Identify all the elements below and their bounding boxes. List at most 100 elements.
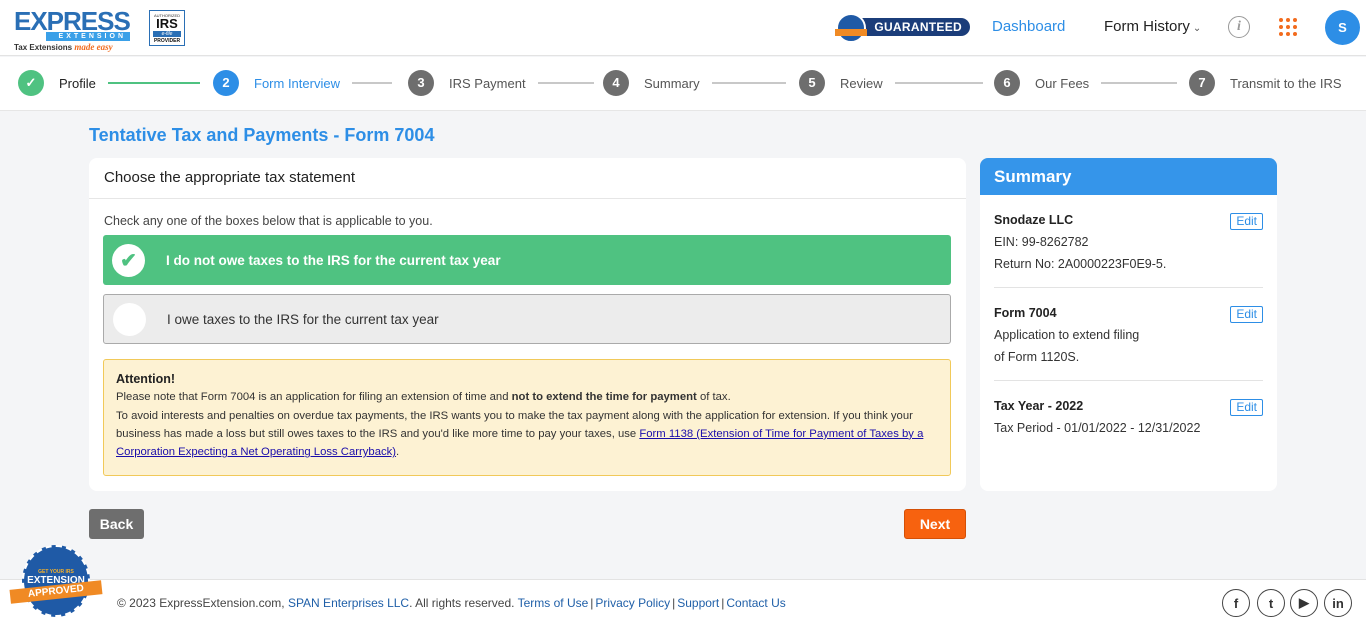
logo-tagline: Tax Extensions made easy — [14, 42, 113, 52]
guaranteed-badge: GUARANTEED — [835, 13, 970, 43]
summary-business-section: Snodaze LLC EIN: 99-8262782 Return No: 2… — [994, 195, 1263, 288]
apps-grid-icon[interactable] — [1279, 18, 1297, 36]
footer-copyright: © 2023 ExpressExtension.com, SPAN Enterp… — [117, 596, 786, 610]
step-profile[interactable]: ✓ Profile — [18, 70, 200, 96]
privacy-policy-link[interactable]: Privacy Policy — [595, 596, 670, 610]
approved-seal-icon — [835, 13, 867, 43]
card-title: Choose the appropriate tax statement — [89, 158, 966, 199]
divider: | — [590, 596, 594, 610]
step-label: Review — [840, 75, 883, 91]
step-transmit[interactable]: 7 Transmit to the IRS — [1189, 70, 1342, 96]
linkedin-icon[interactable]: in — [1324, 589, 1352, 617]
badge-seal: GET YOUR IRS EXTENSION — [22, 545, 90, 617]
step-review[interactable]: 5 Review — [799, 70, 983, 96]
step-label: Transmit to the IRS — [1230, 75, 1342, 91]
summary-form-section: Form 7004 Application to extend filing o… — [994, 288, 1263, 381]
info-icon[interactable]: i — [1228, 16, 1250, 38]
terms-of-use-link[interactable]: Terms of Use — [518, 596, 589, 610]
return-number: Return No: 2A0000223F0E9-5. — [994, 257, 1167, 271]
logo-tagline-text: Tax Extensions — [14, 43, 73, 52]
step-number: 2 — [213, 70, 239, 96]
edit-tax-year-button[interactable]: Edit — [1230, 399, 1263, 416]
business-name: Snodaze LLC — [994, 213, 1074, 227]
edit-business-button[interactable]: Edit — [1230, 213, 1263, 230]
step-label: Summary — [644, 75, 700, 91]
edit-form-button[interactable]: Edit — [1230, 306, 1263, 323]
step-number: 6 — [994, 70, 1020, 96]
step-number: 3 — [408, 70, 434, 96]
option-label: I do not owe taxes to the IRS for the cu… — [166, 252, 501, 268]
instruction-text: Check any one of the boxes below that is… — [104, 214, 433, 228]
step-connector — [107, 82, 200, 84]
attention-text: of tax. — [696, 391, 731, 404]
attention-notice: Attention! Please note that Form 7004 is… — [103, 359, 951, 476]
copyright-text: © 2023 ExpressExtension.com, — [117, 596, 288, 610]
step-connector — [351, 82, 392, 84]
guaranteed-label: GUARANTEED — [854, 18, 970, 36]
step-form-interview[interactable]: 2 Form Interview — [213, 70, 392, 96]
ein: EIN: 99-8262782 — [994, 235, 1089, 249]
facebook-icon[interactable]: f — [1222, 589, 1250, 617]
tax-statement-card: Choose the appropriate tax statement Che… — [89, 158, 966, 491]
attention-title: Attention! — [116, 372, 176, 386]
step-number: 5 — [799, 70, 825, 96]
logo-band: EXTENSION — [46, 32, 130, 41]
tax-period: Tax Period - 01/01/2022 - 12/31/2022 — [994, 421, 1201, 435]
option-tax-owed[interactable]: I owe taxes to the IRS for the current t… — [103, 294, 951, 344]
step-connector — [1101, 82, 1178, 84]
twitter-icon[interactable]: t — [1257, 589, 1285, 617]
irs-badge-line3: e-file — [153, 31, 181, 37]
irs-badge-line2: IRS — [156, 16, 178, 31]
divider: | — [721, 596, 725, 610]
attention-line1: Please note that Form 7004 is an applica… — [116, 388, 938, 406]
irs-efile-provider-badge: AUTHORIZED IRS e-file PROVIDER — [149, 10, 185, 46]
extension-approved-badge: GET YOUR IRS EXTENSION APPROVED — [9, 545, 103, 620]
support-link[interactable]: Support — [677, 596, 719, 610]
radio-empty-icon — [113, 302, 146, 336]
step-check-icon: ✓ — [18, 70, 44, 96]
nav-form-history-dropdown[interactable]: Form History ⌄ — [1104, 18, 1201, 35]
summary-panel: Summary Snodaze LLC EIN: 99-8262782 Retu… — [980, 158, 1277, 491]
form-description: of Form 1120S. — [994, 350, 1080, 364]
form-name: Form 7004 — [994, 306, 1057, 320]
back-button[interactable]: Back — [89, 509, 144, 539]
step-label: Our Fees — [1035, 75, 1090, 91]
step-connector — [711, 82, 786, 84]
step-connector — [537, 82, 594, 84]
attention-text: Please note that Form 7004 is an applica… — [116, 391, 512, 404]
span-enterprises-link[interactable]: SPAN Enterprises LLC — [288, 596, 409, 610]
step-number: 7 — [1189, 70, 1215, 96]
footer: © 2023 ExpressExtension.com, SPAN Enterp… — [0, 579, 1366, 625]
attention-line2: To avoid interests and penalties on over… — [116, 407, 938, 462]
summary-tax-year-section: Tax Year - 2022 Tax Period - 01/01/2022 … — [994, 381, 1263, 451]
step-summary[interactable]: 4 Summary — [603, 70, 786, 96]
option-no-tax-owed[interactable]: ✔ I do not owe taxes to the IRS for the … — [103, 235, 951, 285]
tax-year: Tax Year - 2022 — [994, 399, 1084, 413]
checkmark-icon: ✔ — [112, 243, 145, 277]
next-button[interactable]: Next — [904, 509, 966, 539]
youtube-icon[interactable]: ▶ — [1290, 589, 1318, 617]
attention-bold-text: not to extend the time for payment — [511, 391, 697, 404]
step-label: Form Interview — [254, 75, 340, 91]
step-label: Profile — [59, 75, 96, 91]
option-label: I owe taxes to the IRS for the current t… — [167, 311, 439, 327]
page-title: Tentative Tax and Payments - Form 7004 — [89, 125, 435, 145]
step-our-fees[interactable]: 6 Our Fees — [994, 70, 1178, 96]
express-extension-logo[interactable]: EXPRESS EXTENSION Tax Extensions made ea… — [14, 6, 134, 52]
irs-badge-line4: PROVIDER — [153, 38, 181, 44]
top-header: EXPRESS EXTENSION Tax Extensions made ea… — [0, 0, 1366, 56]
attention-text: . — [396, 446, 400, 459]
step-connector — [894, 82, 983, 84]
contact-us-link[interactable]: Contact Us — [726, 596, 785, 610]
nav-dashboard-link[interactable]: Dashboard — [992, 18, 1065, 35]
summary-title: Summary — [980, 158, 1277, 195]
logo-tagline-em: made easy — [74, 42, 113, 52]
form-description: Application to extend filing — [994, 328, 1140, 342]
chevron-down-icon: ⌄ — [1192, 23, 1202, 34]
progress-stepper: ✓ Profile 2 Form Interview 3 IRS Payment… — [0, 57, 1366, 111]
user-avatar[interactable]: S — [1325, 10, 1360, 45]
step-label: IRS Payment — [449, 75, 526, 91]
step-irs-payment[interactable]: 3 IRS Payment — [408, 70, 594, 96]
form-history-label: Form History — [1104, 18, 1190, 35]
step-number: 4 — [603, 70, 629, 96]
